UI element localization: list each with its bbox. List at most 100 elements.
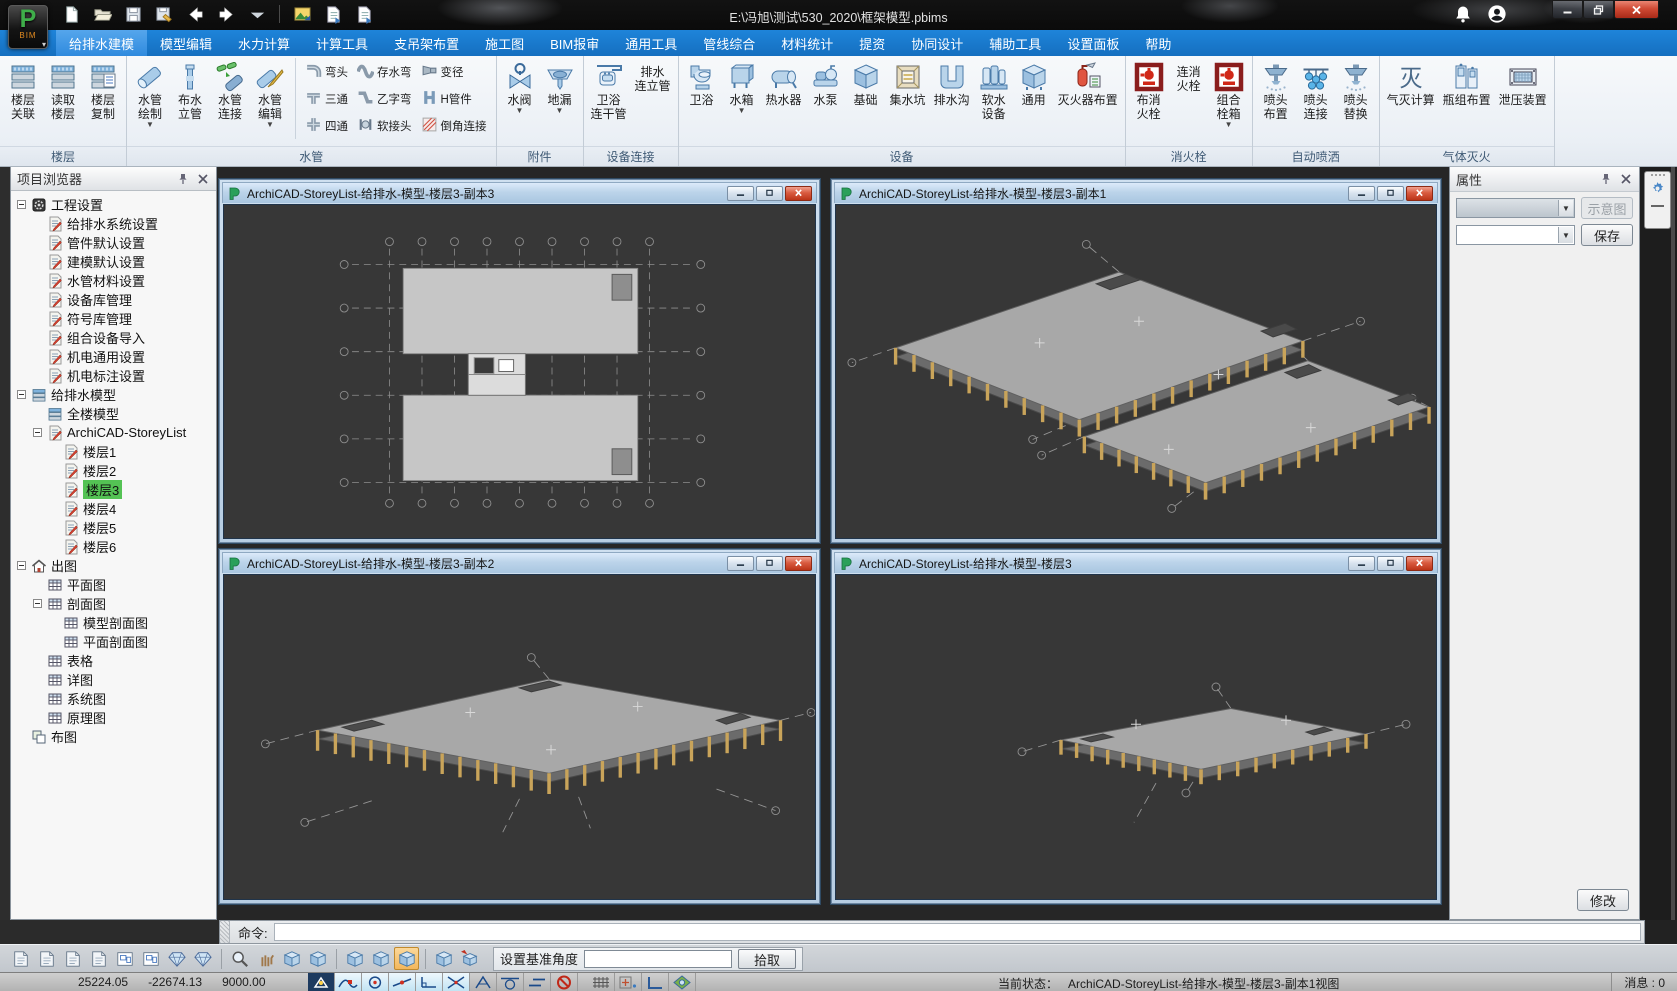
tree-item-11[interactable]: 全楼模型 bbox=[11, 404, 216, 423]
no-snap-toggle-icon[interactable] bbox=[551, 973, 578, 991]
ribbon-button[interactable]: 布水立管 bbox=[170, 58, 210, 122]
tree-item-15[interactable]: 楼层3 bbox=[11, 480, 216, 499]
view-box-icon[interactable] bbox=[305, 947, 330, 970]
window-close-icon[interactable] bbox=[1406, 556, 1433, 571]
tree-expander-icon[interactable] bbox=[33, 428, 42, 437]
modify-button[interactable]: 修改 bbox=[1577, 889, 1629, 911]
tree-expander-icon[interactable] bbox=[33, 599, 42, 608]
ribbon-button[interactable]: 卫浴连干管 bbox=[587, 58, 631, 122]
ribbon-button[interactable]: 水管编辑▼ bbox=[250, 58, 290, 129]
ribbon-button[interactable]: 灭气灭计算 bbox=[1383, 58, 1439, 108]
tree-item-12[interactable]: ArchiCAD-StoreyList bbox=[11, 423, 216, 442]
back-arrow-icon[interactable] bbox=[184, 3, 206, 25]
ribbon-button[interactable]: 瓶组布置 bbox=[1439, 58, 1495, 108]
ribbon-button[interactable]: 读取楼层 bbox=[43, 58, 83, 122]
tree-item-2[interactable]: 管件默认设置 bbox=[11, 233, 216, 252]
tree-item-23[interactable]: 平面剖面图 bbox=[11, 632, 216, 651]
ribbon-button[interactable]: 喷头替换 bbox=[1336, 58, 1376, 122]
property-name-dropdown[interactable]: ▼ bbox=[1456, 225, 1575, 245]
ribbon-tab-11[interactable]: 协同设计 bbox=[898, 30, 976, 56]
center-snap-toggle-icon[interactable] bbox=[362, 973, 389, 991]
minimize-button[interactable] bbox=[1552, 0, 1583, 19]
ribbon-tab-3[interactable]: 计算工具 bbox=[303, 30, 381, 56]
ribbon-button[interactable]: 泄压装置 bbox=[1495, 58, 1551, 108]
close-button[interactable] bbox=[1614, 0, 1659, 19]
command-grip[interactable] bbox=[220, 921, 230, 943]
perpendicular-snap-toggle-icon[interactable] bbox=[416, 973, 443, 991]
extension-snap-toggle-icon[interactable] bbox=[470, 973, 497, 991]
ribbon-tab-8[interactable]: 管线综合 bbox=[690, 30, 768, 56]
export-doc-icon[interactable] bbox=[353, 3, 375, 25]
ribbon-button[interactable]: 通用 bbox=[1014, 58, 1054, 108]
ribbon-small-button[interactable]: 四通 bbox=[302, 114, 354, 138]
ribbon-tab-9[interactable]: 材料统计 bbox=[768, 30, 846, 56]
window-restore-icon[interactable] bbox=[756, 556, 783, 571]
palette-grip[interactable] bbox=[1651, 174, 1665, 176]
ribbon-button[interactable]: 楼层复制 bbox=[83, 58, 123, 122]
ribbon-button[interactable]: 水管绘制▼ bbox=[130, 58, 170, 129]
ribbon-button[interactable]: 软水设备 bbox=[974, 58, 1014, 122]
ucs-toggle-icon[interactable] bbox=[669, 973, 696, 991]
tree-item-7[interactable]: 组合设备导入 bbox=[11, 328, 216, 347]
chevron-down-small-icon[interactable] bbox=[246, 3, 268, 25]
ribbon-tab-13[interactable]: 设置面板 bbox=[1054, 30, 1132, 56]
tree-item-9[interactable]: 机电标注设置 bbox=[11, 366, 216, 385]
ribbon-button[interactable]: 水管连接 bbox=[210, 58, 250, 122]
ribbon-button[interactable]: 基础 bbox=[846, 58, 886, 108]
tree-item-13[interactable]: 楼层1 bbox=[11, 442, 216, 461]
ribbon-small-button[interactable]: H管件 bbox=[418, 87, 493, 111]
save-icon[interactable] bbox=[122, 3, 144, 25]
ribbon-button[interactable]: 连消火栓 bbox=[1169, 58, 1209, 94]
endpoint-snap-toggle-icon[interactable] bbox=[335, 973, 362, 991]
layout-sheet-icon[interactable] bbox=[60, 947, 85, 970]
panel-close-icon[interactable] bbox=[1619, 172, 1633, 186]
tree-item-6[interactable]: 符号库管理 bbox=[11, 309, 216, 328]
tree-expander-icon[interactable] bbox=[17, 200, 26, 209]
cad-viewport[interactable] bbox=[835, 574, 1437, 900]
restore-button[interactable] bbox=[1583, 0, 1614, 19]
tree-item-8[interactable]: 机电通用设置 bbox=[11, 347, 216, 366]
tree-item-21[interactable]: 剖面图 bbox=[11, 594, 216, 613]
image-tool-icon[interactable] bbox=[291, 3, 313, 25]
ribbon-button[interactable]: 喷头布置 bbox=[1256, 58, 1296, 122]
notifications-bell-icon[interactable] bbox=[1453, 4, 1473, 24]
window-restore-icon[interactable] bbox=[756, 186, 783, 201]
cad-viewport[interactable] bbox=[223, 574, 816, 900]
tangent-snap-toggle-icon[interactable] bbox=[497, 973, 524, 991]
pick-button[interactable]: 拾取 bbox=[738, 949, 796, 969]
view-style-icon[interactable] bbox=[342, 947, 367, 970]
ribbon-tab-4[interactable]: 支吊架布置 bbox=[381, 30, 472, 56]
property-type-dropdown[interactable]: ▼ bbox=[1456, 198, 1575, 218]
ribbon-tab-6[interactable]: BIM报审 bbox=[537, 30, 612, 56]
open-file-icon[interactable] bbox=[91, 3, 113, 25]
dynamic-input-toggle-icon[interactable] bbox=[615, 973, 642, 991]
ribbon-button[interactable]: 水泵 bbox=[806, 58, 846, 108]
tree-item-28[interactable]: 布图 bbox=[11, 727, 216, 746]
window-minimize-icon[interactable] bbox=[727, 556, 754, 571]
pin-icon[interactable] bbox=[1599, 172, 1613, 186]
document-window-titlebar[interactable]: ArchiCAD-StoreyList-给排水-模型-楼层3-副本2 bbox=[222, 552, 817, 573]
ribbon-button[interactable]: 水箱▼ bbox=[722, 58, 762, 115]
tree-item-4[interactable]: 水管材料设置 bbox=[11, 271, 216, 290]
tree-item-27[interactable]: 原理图 bbox=[11, 708, 216, 727]
window-minimize-icon[interactable] bbox=[1348, 556, 1375, 571]
tree-item-17[interactable]: 楼层5 bbox=[11, 518, 216, 537]
layout-sheet-icon[interactable] bbox=[34, 947, 59, 970]
tree-item-19[interactable]: 出图 bbox=[11, 556, 216, 575]
nearest-snap-toggle-icon[interactable] bbox=[389, 973, 416, 991]
window-restore-icon[interactable] bbox=[1377, 186, 1404, 201]
messages-counter[interactable]: 消息 : 0 bbox=[1611, 973, 1677, 991]
forward-arrow-icon[interactable] bbox=[215, 3, 237, 25]
document-window-titlebar[interactable]: ArchiCAD-StoreyList-给排水-模型-楼层3-副本1 bbox=[834, 182, 1438, 203]
ribbon-tab-12[interactable]: 辅助工具 bbox=[976, 30, 1054, 56]
window-minimize-icon[interactable] bbox=[1348, 186, 1375, 201]
current-view-style-icon[interactable] bbox=[394, 947, 419, 970]
ribbon-button[interactable]: 水阀▼ bbox=[500, 58, 540, 115]
ribbon-tab-0[interactable]: 给排水建模 bbox=[56, 30, 147, 56]
ribbon-small-button[interactable]: 变径 bbox=[418, 60, 493, 84]
window-restore-icon[interactable] bbox=[1377, 556, 1404, 571]
ribbon-small-button[interactable]: 乙字弯 bbox=[354, 87, 418, 111]
ribbon-small-button[interactable]: 弯头 bbox=[302, 60, 354, 84]
view-box-icon[interactable] bbox=[431, 947, 456, 970]
export-doc-icon[interactable] bbox=[322, 3, 344, 25]
